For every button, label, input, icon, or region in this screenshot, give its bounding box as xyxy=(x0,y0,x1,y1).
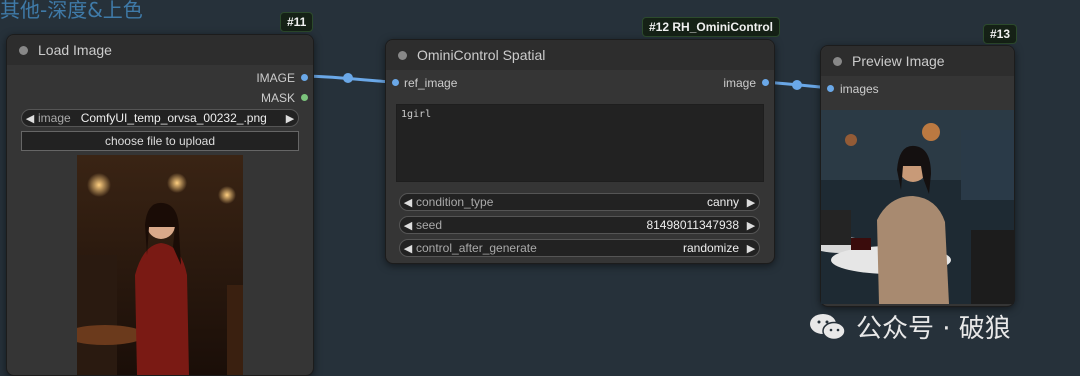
increment-arrow-icon[interactable]: ▶ xyxy=(743,196,759,209)
widget-label: control_after_generate xyxy=(416,241,537,255)
output-slot-mask[interactable] xyxy=(301,94,308,101)
link-image-to-ref-image xyxy=(302,74,393,84)
condition-type-widget[interactable]: ◀ condition_type canny ▶ xyxy=(399,193,760,211)
widget-value: ComfyUI_temp_orvsa_00232_.png xyxy=(80,111,267,125)
link-midpoint xyxy=(792,80,802,90)
input-label-images: images xyxy=(840,82,879,96)
preview-image-node[interactable]: Preview Image images xyxy=(820,45,1015,307)
widget-value: canny xyxy=(706,195,739,209)
control-after-generate-widget[interactable]: ◀ control_after_generate randomize ▶ xyxy=(399,239,760,257)
node-header[interactable]: OminiControl Spatial xyxy=(386,40,774,70)
widget-label: condition_type xyxy=(416,195,494,209)
loaded-image-preview xyxy=(77,155,243,375)
decrement-arrow-icon[interactable]: ◀ xyxy=(400,242,416,255)
collapse-dot-icon[interactable] xyxy=(398,50,407,60)
decrement-arrow-icon[interactable]: ◀ xyxy=(400,219,416,232)
node-title: OminiControl Spatial xyxy=(417,47,546,63)
input-slot-images[interactable] xyxy=(827,85,834,92)
node-title: Load Image xyxy=(38,42,112,58)
upload-button[interactable]: choose file to upload xyxy=(21,131,299,151)
node-header[interactable]: Load Image xyxy=(7,35,313,65)
output-slot-image[interactable] xyxy=(762,79,769,86)
ominicontrol-spatial-node[interactable]: OminiControl Spatial ref_image image 1gi… xyxy=(385,39,775,264)
output-slot-image[interactable] xyxy=(301,74,308,81)
widget-value: 81498011347938 xyxy=(646,218,739,232)
increment-arrow-icon[interactable]: ▶ xyxy=(743,219,759,232)
widget-label: seed xyxy=(416,218,443,232)
widget-label: image xyxy=(38,111,71,125)
output-label-image: image xyxy=(723,76,756,90)
watermark: 公众号 · 破狼 xyxy=(808,308,1011,345)
group-title: 其他-深度&上色 xyxy=(0,0,143,22)
collapse-dot-icon[interactable] xyxy=(833,56,842,66)
output-label-mask: MASK xyxy=(260,91,295,105)
increment-arrow-icon[interactable]: ▶ xyxy=(743,242,759,255)
input-slot-ref-image[interactable] xyxy=(392,79,399,86)
seed-widget[interactable]: ◀ seed 81498011347938 ▶ xyxy=(399,216,760,234)
collapse-dot-icon[interactable] xyxy=(19,45,28,55)
image-select-widget[interactable]: ◀ image ComfyUI_temp_orvsa_00232_.png ▶ xyxy=(21,109,299,127)
output-label-image: IMAGE xyxy=(256,71,295,85)
node-id-badge: #13 xyxy=(983,24,1018,44)
wechat-icon xyxy=(810,313,846,340)
preview-image-output xyxy=(821,110,1014,304)
input-label-ref-image: ref_image xyxy=(404,76,458,90)
load-image-node[interactable]: Load Image IMAGE MASK ◀ image ComfyUI_te… xyxy=(6,34,314,376)
node-header[interactable]: Preview Image xyxy=(821,46,1014,76)
node-id-badge: #12 RH_OminiControl xyxy=(642,17,781,37)
watermark-text: 公众号 · 破狼 xyxy=(856,314,1011,344)
increment-arrow-icon[interactable]: ▶ xyxy=(282,112,298,125)
link-midpoint xyxy=(343,73,353,83)
decrement-arrow-icon[interactable]: ◀ xyxy=(22,112,38,125)
widget-value: randomize xyxy=(682,241,739,255)
prompt-textarea[interactable]: 1girl xyxy=(396,104,764,182)
node-id-badge: #11 xyxy=(280,12,314,32)
node-title: Preview Image xyxy=(852,53,945,69)
decrement-arrow-icon[interactable]: ◀ xyxy=(400,196,416,209)
